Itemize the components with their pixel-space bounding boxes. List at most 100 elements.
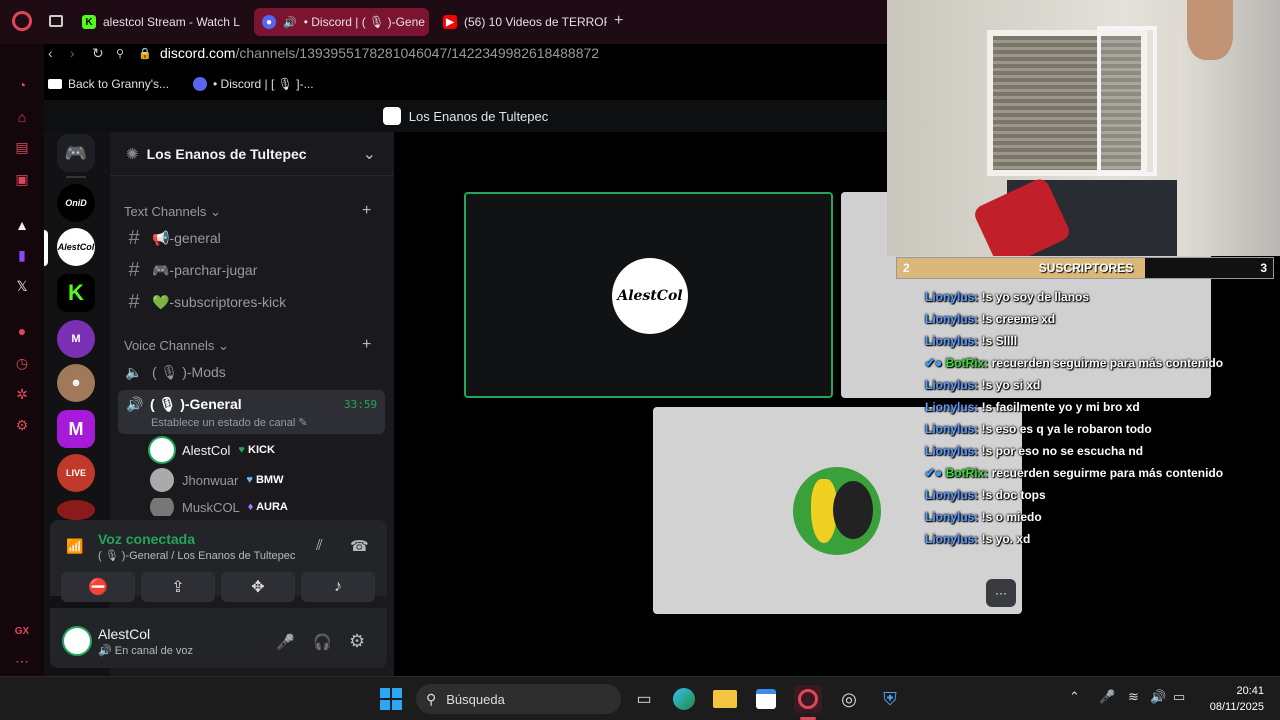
clock-date[interactable]: 08/11/2025	[1200, 701, 1264, 713]
guild-cartoon-icon[interactable]: ☻	[57, 364, 95, 402]
address-bar[interactable]: ‹ › ↻ ⚲ 🔒 discord.com /channels/13939551…	[44, 38, 887, 68]
kick-icon: K	[82, 15, 96, 29]
voice-status[interactable]: Voz conectada	[98, 531, 195, 547]
tab-island-icon[interactable]	[49, 15, 63, 27]
x-twitter-icon[interactable]: 𝕏	[13, 277, 31, 295]
video-tile-alestcol[interactable]: AlestCol	[464, 192, 833, 398]
guild-oni-icon[interactable]: OniD	[57, 184, 95, 222]
guild-m-purple-icon[interactable]: M	[57, 320, 95, 358]
guild-fire-icon[interactable]: LIVE	[57, 454, 95, 492]
twitch-icon[interactable]: ▮	[13, 246, 31, 264]
channel-subscriptores-kick[interactable]: # 💚-subscriptores-kick	[124, 288, 286, 316]
microphone-icon[interactable]: 🎤	[276, 633, 295, 651]
player-icon[interactable]: ▤	[13, 138, 31, 156]
workspace-icon[interactable]: ▣	[13, 170, 31, 188]
taskbar-search[interactable]: ⚲ Búsqueda	[416, 684, 621, 714]
tab-kick-stream[interactable]: K alestcol Stream - Watch L	[74, 8, 244, 36]
task-view-icon[interactable]: ▭	[630, 685, 658, 713]
guild-selected-pill	[44, 230, 48, 266]
voice-channel-mods[interactable]: 🔈 ( 🎙 )-Mods	[124, 358, 226, 386]
forward-icon[interactable]: ›	[70, 45, 92, 61]
chat-text: !s por eso no se escucha nd	[978, 444, 1144, 458]
add-text-channel-icon[interactable]: +	[362, 202, 371, 220]
guild-kick-icon[interactable]: K	[57, 274, 95, 312]
reload-icon[interactable]: ↻	[92, 45, 116, 62]
voice-user[interactable]: MuskCOL ♦ AURA	[150, 498, 288, 516]
channel-label: 💚-subscriptores-kick	[152, 293, 287, 310]
alestcol-logo: AlestCol	[617, 288, 683, 304]
subscriber-goal-bar: 2 SUSCRIPTORES 3	[896, 257, 1274, 279]
screen-share-button[interactable]: ⇪	[141, 572, 215, 602]
settings-icon[interactable]: ⚙	[13, 416, 31, 434]
new-tab-button[interactable]: +	[614, 12, 623, 30]
spotify-icon[interactable]: ●	[13, 322, 31, 340]
wifi-icon[interactable]: ≋	[1128, 689, 1139, 705]
chat-username: Lionylus:	[925, 510, 979, 524]
shield-icon[interactable]: ⛨	[876, 685, 904, 713]
tab-discord[interactable]: ● 🔊 • Discord | ( 🎙 )-Gene	[254, 8, 429, 36]
soundboard-button[interactable]: ♪	[301, 572, 375, 602]
chat-message: Lionylus: !s o miedo	[925, 510, 1280, 532]
noise-suppression-icon[interactable]: ⫽	[316, 537, 323, 554]
voice-detail[interactable]: ( 🎙 )-General / Los Enanos de Tultepec	[98, 549, 295, 562]
history-icon[interactable]: ◷	[13, 354, 31, 372]
channel-general[interactable]: # 📢-general	[124, 224, 220, 252]
guild-alestcol-icon[interactable]: AlestCol	[57, 228, 95, 266]
microphone-icon[interactable]: 🎤	[1099, 689, 1115, 705]
more-icon[interactable]: ⋯	[13, 652, 31, 670]
edge-icon[interactable]	[670, 685, 698, 713]
camera-off-button[interactable]: ⛔	[61, 572, 135, 602]
opera-gx-icon[interactable]	[794, 685, 822, 713]
channel-status[interactable]: Establece un estado de canal ✎	[151, 416, 308, 429]
channel-parchar-jugar[interactable]: # 🎮-parchar-jugar	[124, 256, 257, 284]
voice-user[interactable]: Jhonwuar ♥ BMW	[150, 468, 283, 492]
add-voice-channel-icon[interactable]: +	[362, 336, 371, 354]
more-options-button[interactable]: ···	[986, 579, 1016, 607]
avatar[interactable]	[62, 626, 92, 656]
volume-icon[interactable]: 🔊	[1150, 689, 1166, 705]
headphones-icon[interactable]: 🎧	[313, 633, 332, 651]
bookmarks-bar: Back to Granny's... • Discord | [ 🎙 ]-..…	[44, 70, 887, 98]
clock-time[interactable]: 20:41	[1200, 685, 1264, 697]
text-category-header[interactable]: Text Channels ⌄	[124, 204, 221, 220]
avatar	[793, 467, 881, 555]
aria-icon[interactable]: ⌂	[13, 108, 31, 126]
user-name[interactable]: AlestCol	[98, 626, 150, 642]
windows-start-icon[interactable]	[377, 685, 405, 713]
disconnect-icon[interactable]: ☎	[350, 537, 369, 555]
extensions-icon[interactable]: ✲	[13, 385, 31, 403]
file-explorer-icon[interactable]	[711, 685, 739, 713]
window-title: Los Enanos de Tultepec	[408, 108, 549, 124]
user-status: 🔊 En canal de voz	[98, 645, 194, 657]
back-icon[interactable]: ‹	[48, 45, 70, 61]
bookmark-item[interactable]: Back to Granny's...	[48, 77, 169, 91]
discord-home-icon[interactable]: 🎮	[57, 134, 95, 172]
voice-user[interactable]: AlestCol ♥ KICK	[150, 438, 275, 462]
chevron-up-icon[interactable]: ⌃	[1069, 689, 1080, 705]
chat-message: ✔● BotRix: recuerden seguirme para más c…	[925, 466, 1280, 488]
voice-category-header[interactable]: Voice Channels ⌄	[124, 338, 229, 354]
youtube-icon: ▶	[443, 15, 457, 29]
chat-text: !s yo. xd	[978, 532, 1031, 546]
bookmark-label: • Discord | [ 🎙 ]-...	[213, 77, 314, 91]
bookmark-item[interactable]: • Discord | [ 🎙 ]-...	[193, 77, 314, 91]
user-settings-icon[interactable]: ⚙	[349, 631, 365, 652]
guild-m-magenta-icon[interactable]: M	[57, 410, 95, 448]
activities-button[interactable]: ✥	[221, 572, 295, 602]
server-header[interactable]: ✺ Los Enanos de Tultepec ⌄	[110, 132, 394, 176]
gx-icon[interactable]: GX	[13, 622, 31, 640]
steam-icon[interactable]: ◎	[835, 685, 863, 713]
voice-channel-general[interactable]: 🔊 ( 🎙 )-General 33:59 Establece un estad…	[118, 390, 385, 434]
hash-icon: #	[128, 226, 140, 249]
guild-red-icon[interactable]	[57, 500, 95, 520]
battery-icon[interactable]: ▭	[1173, 689, 1185, 705]
kick-badge: ♥ KICK	[238, 444, 275, 456]
speed-dial-icon[interactable]: ◔	[13, 76, 31, 94]
lock-icon: 🔒	[138, 47, 152, 60]
tab-youtube[interactable]: ▶ (56) 10 Videos de TERROR	[435, 8, 607, 36]
signal-icon[interactable]: 📶	[66, 538, 83, 555]
store-icon[interactable]	[752, 685, 780, 713]
chat-username: Lionylus:	[925, 378, 979, 392]
aria-ai-icon[interactable]: ▲	[13, 216, 31, 234]
opera-logo-icon[interactable]	[12, 11, 32, 31]
